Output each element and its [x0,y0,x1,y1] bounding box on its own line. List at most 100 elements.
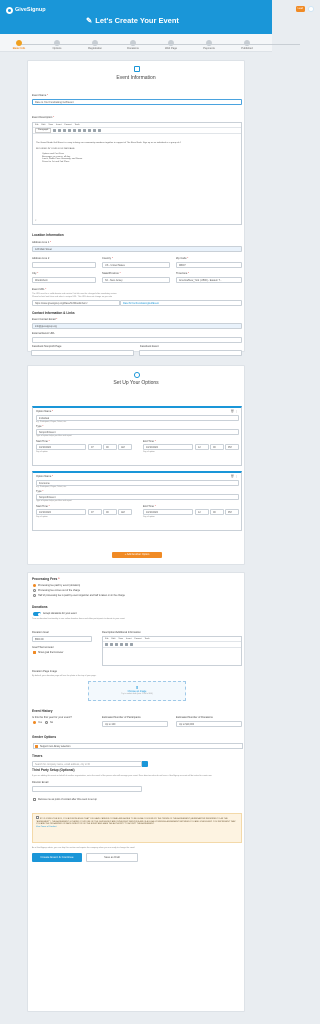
step-basic-info[interactable]: Basic Info [4,40,34,50]
add-option-button[interactable]: + Add Another Option [112,552,162,558]
brand-logo[interactable]: GiveSignup [6,7,46,15]
underline-icon[interactable] [63,129,67,132]
align-left-icon[interactable] [120,643,123,646]
state-select[interactable]: NJ - New Jersey [102,277,170,283]
end-minute-select[interactable]: 00 [210,509,224,515]
donation-goal-input[interactable]: $500.00 [32,636,92,642]
toggle-switch[interactable] [33,612,41,616]
donations-estimate-select[interactable]: Up to $10,000 [176,721,242,727]
end-date-input[interactable]: 10/10/2022 [143,444,193,450]
menu-edit[interactable]: Edit [112,638,116,640]
end-date-input[interactable]: 10/10/2022 [143,509,193,515]
menu-insert[interactable]: Insert [126,638,131,640]
external-url-input[interactable] [32,337,242,343]
first-year-no[interactable]: No [45,721,53,725]
description-editor[interactable]: File Edit View Insert Format Tools Parag… [32,122,242,225]
delete-icon[interactable]: 🗑 [230,474,234,478]
donation-description-editor[interactable]: File Edit View Insert Format Tools [102,636,242,666]
align-left-icon[interactable] [68,129,72,132]
menu-format[interactable]: Format [65,124,72,126]
menu-file[interactable]: File [35,124,39,126]
end-ampm-select[interactable]: PM [225,444,239,450]
delete-icon[interactable]: 🗑 [230,409,234,413]
step-donations[interactable]: Donations [118,40,148,50]
paragraph-select[interactable]: Paragraph [35,128,52,133]
menu-edit[interactable]: Edit [42,124,46,126]
fee-option-3[interactable]: Half of processing fee is paid by event … [33,594,125,598]
contact-email-input[interactable]: info@givesignup.org [32,323,242,329]
save-draft-button[interactable]: Save as Draft [86,853,138,862]
menu-view[interactable]: View [118,638,123,640]
step-published[interactable]: Published [232,40,262,50]
director-email-input[interactable] [32,786,142,792]
start-hour-select[interactable]: 07 [88,509,102,515]
align-right-icon[interactable] [78,129,82,132]
fee-option-1[interactable]: Processing fee paid by event (donation) [33,584,80,588]
end-ampm-select[interactable]: PM [225,509,239,515]
thermometer-checkbox[interactable]: Show goal thermometer [33,651,63,655]
underline-icon[interactable] [115,643,118,646]
avatar[interactable] [308,6,314,12]
start-minute-select[interactable]: 00 [103,444,117,450]
menu-tools[interactable]: Tools [144,638,149,640]
start-date-input[interactable]: 10/10/2022 [36,444,86,450]
country-select[interactable]: US - United States [102,262,170,268]
option-name-label: Option Name * [36,410,54,413]
start-ampm-select[interactable]: AM [118,509,132,515]
image-dropzone[interactable]: ⬆ Choose an image Try to select dark (mi… [88,681,186,701]
participants-select[interactable]: Up to 100 [102,721,168,727]
first-year-yes[interactable]: Yes [33,721,42,725]
accept-donations-toggle[interactable]: Accept donations for your event [33,612,77,616]
bold-icon[interactable] [53,129,57,132]
remove-contact-checkbox[interactable]: Remove me as point of contact after this… [33,798,97,802]
step-registration[interactable]: Registration [80,40,110,50]
fee-option-2[interactable]: Processing fee comes out of the charge [33,589,80,593]
list-icon[interactable] [83,129,87,132]
align-center-icon[interactable] [73,129,77,132]
timezone-select[interactable]: America/New_York (-0500) - Eastern T... [176,277,242,283]
editor-content[interactable]: The Grand Stride Golf Event is a way to … [33,134,241,166]
more-icon[interactable]: ⋮ [235,474,238,478]
event-information-card: Event Information Event Name * Race to Y… [27,60,245,352]
non-binary-checkbox[interactable]: Support non-binary selection [33,743,243,750]
start-date-input[interactable]: 10/10/2022 [36,509,86,515]
end-hour-select[interactable]: 12 [195,509,209,515]
event-url-slug-input[interactable]: RaceToYourFundraisingGolfEvent [120,300,242,306]
step-web-page[interactable]: Web Page [156,40,186,50]
end-hour-select[interactable]: 12 [195,444,209,450]
image-icon[interactable] [93,129,97,132]
menu-view[interactable]: View [48,124,53,126]
start-minute-select[interactable]: 00 [103,509,117,515]
menu-tools[interactable]: Tools [74,124,79,126]
menu-file[interactable]: File [105,638,109,640]
italic-icon[interactable] [110,643,113,646]
start-ampm-select[interactable]: AM [118,444,132,450]
more-icon[interactable]: ⋮ [235,409,238,413]
link-icon[interactable] [88,129,92,132]
terms-link[interactable]: View Terms of Conduct [36,826,238,829]
start-hour-select[interactable]: 07 [88,444,102,450]
user-role-badge[interactable]: Lead [295,6,305,12]
italic-icon[interactable] [58,129,62,132]
address1-input[interactable]: 123 Main Street [32,246,242,252]
bold-icon[interactable] [105,643,108,646]
address2-input[interactable] [32,262,96,268]
event-name-label: Event Name * [32,94,49,97]
facebook-event-input[interactable] [139,350,242,356]
agreement-checkbox[interactable] [36,816,39,819]
menu-insert[interactable]: Insert [56,124,61,126]
list-icon[interactable] [125,643,128,646]
end-minute-select[interactable]: 00 [210,444,224,450]
step-payments[interactable]: Payments [194,40,224,50]
undo-icon[interactable] [98,129,102,132]
create-event-button[interactable]: Create Event & Continue [32,853,82,862]
step-options[interactable]: Options [42,40,72,50]
menu-format[interactable]: Format [135,638,142,640]
zip-input[interactable]: 98007 [176,262,242,268]
city-input[interactable]: Woodinborn [32,277,96,283]
link-icon[interactable] [130,643,133,646]
timer-search-input[interactable]: Search for company name, email address, … [32,761,142,767]
search-icon[interactable] [142,761,148,767]
facebook-page-input[interactable] [31,350,134,356]
event-name-input[interactable]: Race to Your Fundraising Golf Event [32,99,242,105]
